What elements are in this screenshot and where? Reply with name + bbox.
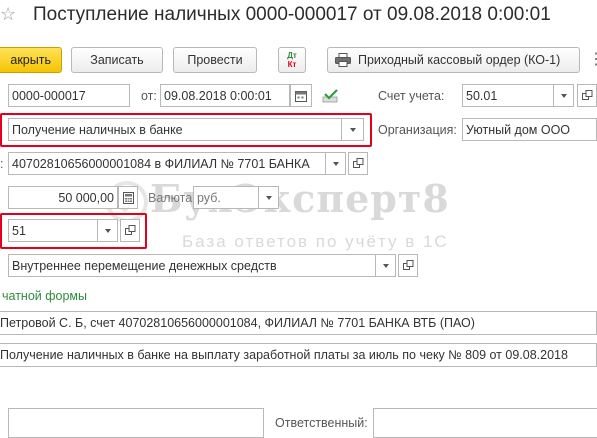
bank-account-field[interactable]: 40702810656000001084 в ФИЛИАЛ № 7701 БАН… (8, 152, 326, 175)
document-number-field[interactable]: 0000-000017 (8, 84, 130, 107)
operation-field[interactable]: Получение наличных в банке (8, 118, 342, 141)
close-button[interactable]: акрыть (0, 47, 62, 73)
save-button[interactable]: Записать (71, 47, 163, 73)
date-label: от: (141, 89, 157, 103)
currency-dropdown-icon[interactable] (259, 186, 279, 209)
account-dropdown-icon[interactable] (554, 84, 574, 107)
printer-icon (335, 53, 351, 67)
comment-field[interactable] (8, 408, 264, 438)
account-label: Счет учета: (378, 89, 445, 103)
kt-icon-label: Кт (287, 60, 297, 69)
calculator-icon[interactable] (118, 186, 138, 209)
corr-account-dropdown-icon[interactable] (98, 219, 118, 242)
cash-flow-open-icon[interactable] (398, 254, 418, 277)
document-date-field[interactable]: 09.08.2018 0:00:01 (160, 84, 290, 107)
cash-flow-dropdown-icon[interactable] (376, 254, 396, 277)
amount-field[interactable]: 50 000,00 (8, 186, 118, 209)
watermark-tagline: База ответов по учёту в 1С (182, 232, 449, 251)
print-cash-order-button[interactable]: Приходный кассовый ордер (КО-1) (327, 47, 580, 73)
currency-label: Валюта: (148, 191, 196, 205)
calendar-icon[interactable] (290, 84, 312, 107)
post-button[interactable]: Провести (173, 47, 257, 73)
from-whom-field[interactable]: Петровой С. Б, счет 40702810656000001084… (0, 311, 597, 335)
print-cash-order-label: Приходный кассовый ордер (КО-1) (358, 53, 561, 67)
bank-account-dropdown-icon[interactable] (326, 152, 346, 175)
print-form-section-link[interactable]: чатной формы (2, 289, 87, 303)
corr-account-open-icon[interactable] (120, 219, 140, 242)
dt-icon-label: Дт (287, 51, 297, 60)
corr-account-field[interactable]: 51 (8, 219, 98, 242)
account-field[interactable]: 50.01 (462, 84, 554, 107)
operation-dropdown-icon[interactable] (342, 118, 364, 141)
bank-account-open-icon[interactable] (348, 152, 368, 175)
bank-account-label: : (0, 157, 4, 171)
account-open-icon[interactable] (577, 84, 597, 107)
currency-field[interactable]: руб. (193, 186, 259, 209)
responsible-label: Ответственный: (275, 416, 368, 430)
dt-kt-button[interactable]: Дт Кт (278, 47, 306, 73)
window-title: Поступление наличных 0000-000017 от 09.0… (33, 4, 551, 25)
posted-status-icon (322, 88, 340, 107)
organization-field[interactable]: Уютный дом ООО (462, 118, 597, 141)
cash-flow-field[interactable]: Внутреннее перемещение денежных средств (8, 254, 376, 277)
responsible-field[interactable] (373, 408, 597, 438)
favorite-star-icon[interactable]: ☆ (0, 4, 16, 25)
organization-label: Организация: (378, 123, 457, 137)
more-actions-icon[interactable]: ⋮ (588, 49, 597, 69)
basis-field[interactable]: Получение наличных в банке на выплату за… (0, 343, 597, 367)
